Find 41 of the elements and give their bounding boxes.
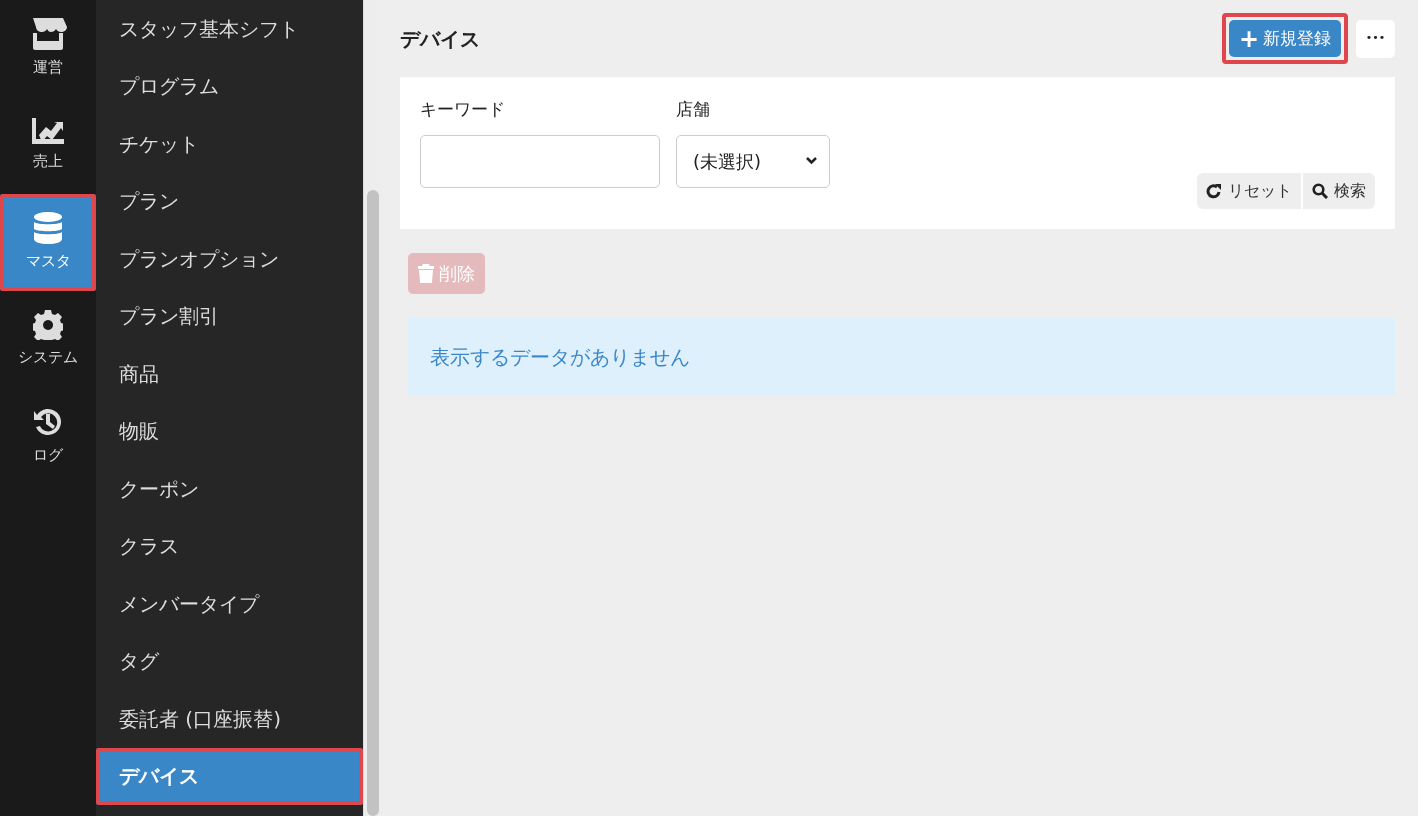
store-select[interactable]: (未選択) xyxy=(676,134,830,188)
menu-item[interactable]: プログラム xyxy=(96,57,363,115)
menu-item[interactable]: チケット xyxy=(96,115,363,173)
nav-item[interactable]: システム xyxy=(0,291,96,388)
page-title: デバイス xyxy=(400,25,480,53)
menu-item[interactable]: プラン xyxy=(96,172,363,230)
chart-icon xyxy=(32,118,64,145)
nav-label: システム xyxy=(18,347,78,369)
field-label: 店舗 xyxy=(676,98,711,121)
menu-item[interactable]: クーポン xyxy=(96,460,363,518)
empty-message: 表示するデータがありません xyxy=(408,318,1395,396)
trash-icon xyxy=(418,264,434,283)
menu-item[interactable]: クラス xyxy=(96,517,363,575)
nav-item[interactable]: マスタ xyxy=(0,194,96,291)
database-icon xyxy=(34,212,62,245)
menu-item[interactable]: 商品 xyxy=(96,345,363,403)
nav-label: 売上 xyxy=(33,151,63,173)
menu-item[interactable]: 委託者 (口座振替) xyxy=(96,690,363,748)
refresh-icon xyxy=(1206,183,1222,199)
menu-item[interactable]: デバイス xyxy=(96,747,363,805)
nav-label: ログ xyxy=(33,445,63,467)
reset-button[interactable]: リセット xyxy=(1197,173,1301,209)
nav-label: マスタ xyxy=(25,251,71,273)
menu-item[interactable]: 物販 xyxy=(96,402,363,460)
nav-item[interactable]: 運営 xyxy=(0,0,96,97)
new-button[interactable]: + 新規登録 xyxy=(1228,19,1341,58)
menu-item[interactable]: メンバータイプ xyxy=(96,575,363,633)
chevron-down-icon xyxy=(806,157,817,165)
menu-item[interactable]: タグ xyxy=(96,632,363,690)
nav-label: 運営 xyxy=(33,57,63,79)
nav-item[interactable]: ログ xyxy=(0,388,96,485)
field-label: キーワード xyxy=(420,98,506,121)
search-icon xyxy=(1312,183,1328,199)
keyword-input[interactable] xyxy=(420,134,660,188)
nav-item[interactable]: 売上 xyxy=(0,97,96,194)
menu-item[interactable]: プラン割引 xyxy=(96,287,363,345)
search-button[interactable]: 検索 xyxy=(1303,173,1375,209)
menu-item[interactable]: プランオプション xyxy=(96,230,363,288)
more-button[interactable]: ••• xyxy=(1356,19,1395,58)
gear-icon xyxy=(33,310,63,341)
menu-item[interactable]: スタッフ基本シフト xyxy=(96,0,363,58)
